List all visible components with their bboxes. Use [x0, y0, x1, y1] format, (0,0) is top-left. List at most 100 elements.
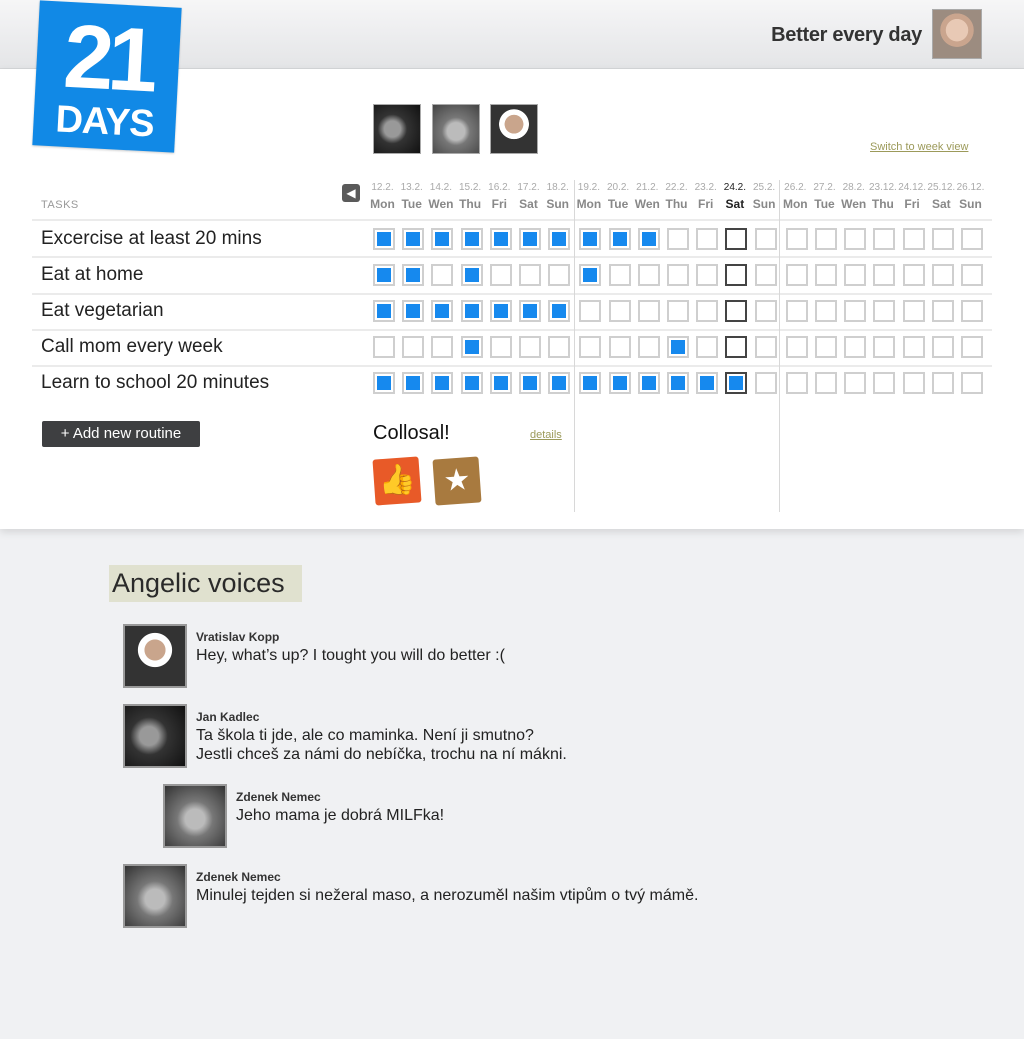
- checkbox-checked[interactable]: [460, 264, 483, 286]
- checkbox-unchecked[interactable]: [785, 300, 808, 322]
- checkbox-checked[interactable]: [519, 228, 541, 250]
- checkbox-unchecked[interactable]: [873, 336, 896, 358]
- checkbox-unchecked[interactable]: [785, 228, 808, 250]
- checkbox-unchecked[interactable]: [754, 372, 777, 394]
- checkbox-checked[interactable]: [608, 228, 631, 250]
- checkbox-checked[interactable]: [608, 372, 631, 394]
- checkbox-checked[interactable]: [637, 372, 660, 394]
- checkbox-checked[interactable]: [431, 228, 454, 250]
- checkbox-unchecked[interactable]: [844, 264, 867, 286]
- friend-avatar[interactable]: [490, 104, 538, 154]
- commenter-name[interactable]: Zdenek Nemec: [196, 870, 281, 884]
- task-name[interactable]: Learn to school 20 minutes: [41, 372, 269, 394]
- checkbox-unchecked[interactable]: [902, 300, 925, 322]
- checkbox-checked[interactable]: [667, 336, 689, 358]
- checkbox-unchecked[interactable]: [931, 336, 954, 358]
- checkbox-checked[interactable]: [548, 372, 571, 394]
- checkbox-unchecked[interactable]: [754, 264, 777, 286]
- checkbox-checked[interactable]: [489, 372, 512, 394]
- checkbox-unchecked[interactable]: [931, 264, 954, 286]
- checkbox-unchecked[interactable]: [931, 372, 954, 394]
- logo[interactable]: 21 DAYS: [32, 0, 182, 153]
- checkbox-unchecked[interactable]: [519, 336, 541, 358]
- checkbox-unchecked[interactable]: [608, 264, 631, 286]
- checkbox-unchecked[interactable]: [696, 264, 719, 286]
- checkbox-unchecked[interactable]: [902, 264, 925, 286]
- task-name[interactable]: Excercise at least 20 mins: [41, 228, 262, 250]
- checkbox-checked[interactable]: [402, 264, 425, 286]
- checkbox-unchecked[interactable]: [579, 336, 602, 358]
- checkbox-unchecked[interactable]: [489, 264, 512, 286]
- checkbox-unchecked[interactable]: [961, 228, 983, 250]
- checkbox-unchecked[interactable]: [696, 228, 719, 250]
- checkbox-unchecked[interactable]: [844, 300, 867, 322]
- commenter-avatar[interactable]: [123, 624, 187, 688]
- task-name[interactable]: Eat at home: [41, 264, 143, 286]
- checkbox-checked[interactable]: [460, 372, 483, 394]
- checkbox-unchecked[interactable]: [961, 336, 983, 358]
- back-arrow-icon[interactable]: ◀: [342, 184, 360, 202]
- commenter-avatar[interactable]: [123, 864, 187, 928]
- checkbox-unchecked[interactable]: [931, 300, 954, 322]
- checkbox-checked[interactable]: [402, 228, 425, 250]
- checkbox-unchecked[interactable]: [785, 264, 808, 286]
- checkbox-unchecked[interactable]: [725, 300, 748, 322]
- checkbox-checked[interactable]: [489, 300, 512, 322]
- task-name[interactable]: Eat vegetarian: [41, 300, 164, 322]
- checkbox-unchecked[interactable]: [873, 264, 896, 286]
- task-name[interactable]: Call mom every week: [41, 336, 223, 358]
- checkbox-checked[interactable]: [373, 300, 395, 322]
- checkbox-unchecked[interactable]: [961, 264, 983, 286]
- checkbox-unchecked[interactable]: [667, 300, 689, 322]
- details-link[interactable]: details: [530, 429, 562, 441]
- checkbox-unchecked[interactable]: [754, 300, 777, 322]
- add-routine-button[interactable]: + Add new routine: [42, 421, 200, 447]
- commenter-name[interactable]: Jan Kadlec: [196, 710, 259, 724]
- checkbox-checked[interactable]: [548, 300, 571, 322]
- checkbox-unchecked[interactable]: [725, 264, 748, 286]
- checkbox-checked[interactable]: [402, 300, 425, 322]
- checkbox-unchecked[interactable]: [373, 336, 395, 358]
- checkbox-checked[interactable]: [637, 228, 660, 250]
- checkbox-unchecked[interactable]: [725, 228, 748, 250]
- checkbox-checked[interactable]: [460, 228, 483, 250]
- checkbox-checked[interactable]: [579, 372, 602, 394]
- checkbox-checked[interactable]: [373, 372, 395, 394]
- checkbox-checked[interactable]: [460, 336, 483, 358]
- checkbox-unchecked[interactable]: [785, 336, 808, 358]
- checkbox-unchecked[interactable]: [548, 264, 571, 286]
- checkbox-unchecked[interactable]: [431, 264, 454, 286]
- checkbox-unchecked[interactable]: [902, 372, 925, 394]
- checkbox-unchecked[interactable]: [696, 300, 719, 322]
- checkbox-unchecked[interactable]: [608, 336, 631, 358]
- checkbox-unchecked[interactable]: [873, 228, 896, 250]
- checkbox-unchecked[interactable]: [637, 264, 660, 286]
- checkbox-unchecked[interactable]: [608, 300, 631, 322]
- friend-avatar[interactable]: [432, 104, 480, 154]
- checkbox-unchecked[interactable]: [961, 372, 983, 394]
- user-avatar[interactable]: [932, 9, 982, 59]
- checkbox-unchecked[interactable]: [902, 228, 925, 250]
- checkbox-unchecked[interactable]: [815, 372, 837, 394]
- commenter-name[interactable]: Vratislav Kopp: [196, 630, 279, 644]
- checkbox-unchecked[interactable]: [785, 372, 808, 394]
- commenter-name[interactable]: Zdenek Nemec: [236, 790, 321, 804]
- checkbox-checked[interactable]: [373, 264, 395, 286]
- checkbox-unchecked[interactable]: [402, 336, 425, 358]
- commenter-avatar[interactable]: [163, 784, 227, 848]
- checkbox-checked[interactable]: [579, 264, 602, 286]
- checkbox-unchecked[interactable]: [579, 300, 602, 322]
- checkbox-unchecked[interactable]: [815, 264, 837, 286]
- checkbox-unchecked[interactable]: [815, 336, 837, 358]
- checkbox-unchecked[interactable]: [519, 264, 541, 286]
- checkbox-checked[interactable]: [519, 300, 541, 322]
- checkbox-checked[interactable]: [460, 300, 483, 322]
- switch-week-view-link[interactable]: Switch to week view: [870, 141, 968, 153]
- checkbox-checked[interactable]: [373, 228, 395, 250]
- checkbox-unchecked[interactable]: [667, 264, 689, 286]
- friend-avatar[interactable]: [373, 104, 421, 154]
- checkbox-checked[interactable]: [489, 228, 512, 250]
- checkbox-checked[interactable]: [519, 372, 541, 394]
- checkbox-checked[interactable]: [725, 372, 748, 394]
- checkbox-unchecked[interactable]: [725, 336, 748, 358]
